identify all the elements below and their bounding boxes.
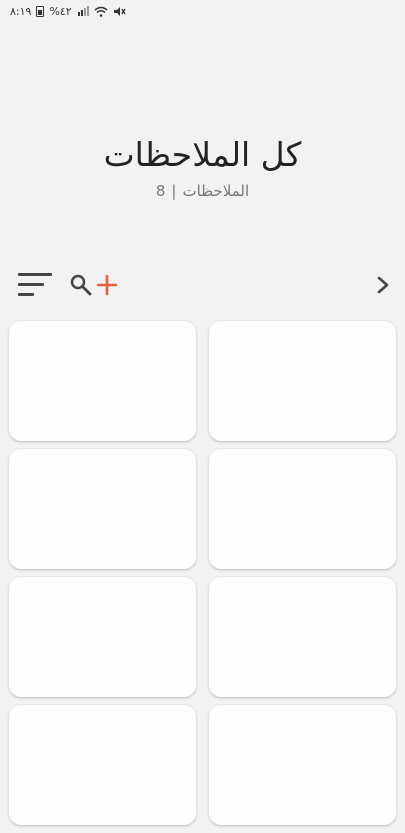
mute-icon [113, 6, 126, 16]
status-time: ٨:١٩ [10, 4, 32, 18]
note-card[interactable] [9, 577, 196, 697]
status-bar: ٨:١٩ %٤٢ [0, 0, 405, 22]
note-card[interactable] [209, 449, 396, 569]
search-button[interactable] [68, 271, 94, 299]
note-card[interactable] [209, 321, 396, 441]
note-card[interactable] [9, 321, 196, 441]
add-note-button[interactable] [94, 271, 120, 299]
notes-label: الملاحظات [182, 182, 250, 200]
note-card[interactable] [9, 449, 196, 569]
separator: | [171, 182, 177, 200]
sort-icon [18, 273, 52, 296]
notes-count: 8 [155, 182, 166, 200]
sort-button[interactable] [16, 268, 54, 302]
page-title: كل الملاحظات [103, 135, 302, 174]
notes-count-line: 8 | الملاحظات [0, 182, 405, 200]
signal-icon [77, 6, 89, 16]
toolbar [0, 266, 405, 304]
note-card[interactable] [9, 705, 196, 825]
note-card[interactable] [209, 705, 396, 825]
note-card[interactable] [209, 577, 396, 697]
wifi-icon [94, 6, 108, 17]
battery-level: %٤٢ [49, 4, 72, 18]
search-icon [70, 274, 92, 296]
add-icon [96, 274, 118, 296]
notes-grid [9, 321, 397, 825]
battery-icon [36, 5, 45, 17]
header: كل الملاحظات 8 | الملاحظات [0, 132, 405, 200]
chevron-right-icon [377, 276, 389, 294]
next-button[interactable] [370, 271, 396, 299]
